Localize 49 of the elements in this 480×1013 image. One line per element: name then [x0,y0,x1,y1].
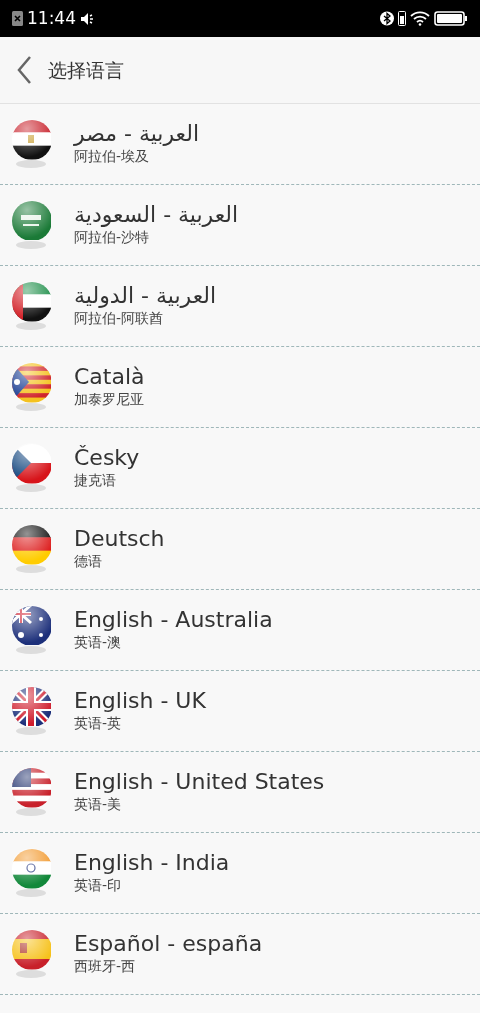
page-title: 选择语言 [48,57,124,83]
flag-icon [10,280,52,332]
language-item[interactable]: English - India 英语-印 [0,833,480,914]
language-translation: 捷克语 [74,471,117,491]
battery-icon [434,11,468,26]
language-translation: 英语-印 [74,876,123,896]
language-name: العربية - السعودية [74,201,239,228]
language-translation: 阿拉伯-埃及 [74,147,151,167]
flag-icon [10,928,52,980]
flag-icon [10,523,52,575]
language-item[interactable]: English - United States 英语-美 [0,752,480,833]
language-name: Česky [74,444,140,471]
flag-icon [10,685,52,737]
language-translation: 英语-美 [74,795,123,815]
language-name: Deutsch [74,525,165,552]
language-translation: 阿拉伯-沙特 [74,228,151,248]
language-name: English - UK [74,687,206,714]
language-item[interactable]: Español - españa 西班牙-西 [0,914,480,995]
language-translation: 英语-英 [74,714,123,734]
language-item[interactable]: Česky 捷克语 [0,428,480,509]
flag-icon [10,118,52,170]
back-icon[interactable] [16,55,32,85]
flag-icon [10,766,52,818]
volume-icon [80,11,96,26]
clock-time: 11:44 [27,6,76,30]
flag-icon [10,847,52,899]
vibrate-icon [398,11,406,26]
sim-icon [12,11,23,26]
language-item[interactable]: English - Australia 英语-澳 [0,590,480,671]
language-translation: 德语 [74,552,103,572]
flag-icon [10,361,52,413]
language-name: English - United States [74,768,325,795]
bluetooth-icon [380,11,394,26]
wifi-icon [410,11,430,26]
language-name: العربية - مصر [74,120,200,147]
language-item[interactable]: English - UK 英语-英 [0,671,480,752]
language-item[interactable]: Català 加泰罗尼亚 [0,347,480,428]
language-translation: 英语-澳 [74,633,123,653]
language-translation: 阿拉伯-阿联酋 [74,309,165,329]
language-translation: 西班牙-西 [74,957,137,977]
language-name: العربية - الدولية [74,282,217,309]
language-name: English - Australia [74,606,273,633]
language-name: Català [74,363,145,390]
flag-icon [10,604,52,656]
flag-icon [10,199,52,251]
language-name: English - India [74,849,230,876]
language-item[interactable]: Deutsch 德语 [0,509,480,590]
language-name: Español - españa [74,930,263,957]
language-translation: 加泰罗尼亚 [74,390,145,410]
